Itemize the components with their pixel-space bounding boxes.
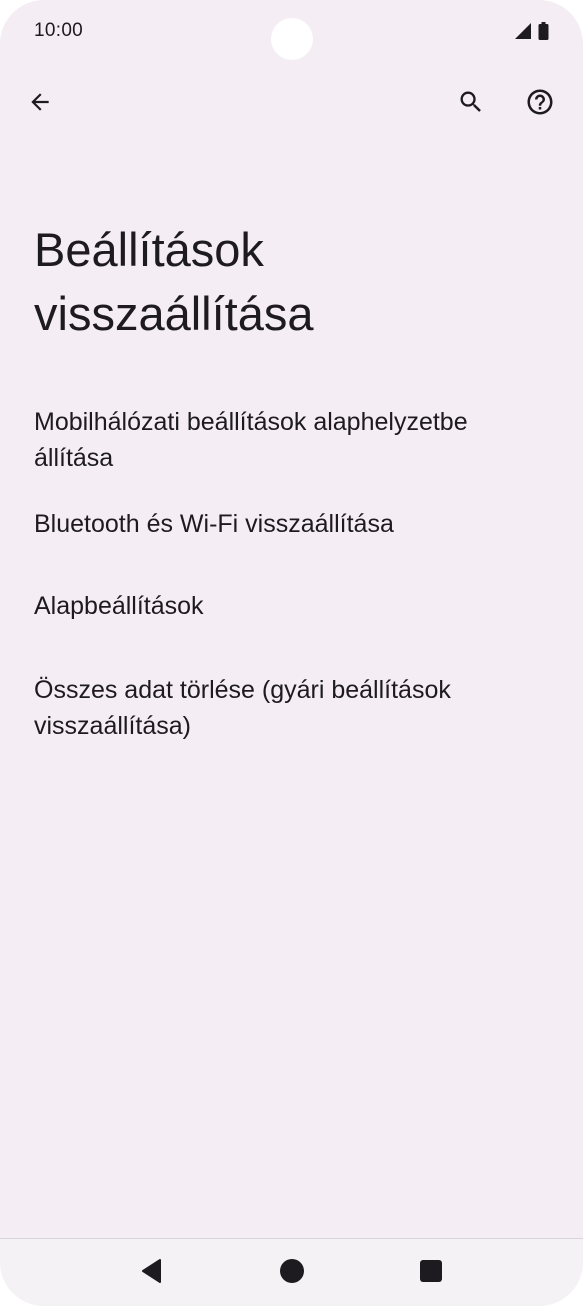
list-item-factory-reset[interactable]: Összes adat törlése (gyári beállítások v…	[0, 656, 583, 760]
search-icon	[457, 88, 485, 121]
reset-options-list: Mobilhálózati beállítások alaphelyzetbe …	[0, 388, 583, 760]
status-time: 10:00	[34, 20, 84, 41]
signal-icon	[514, 22, 532, 40]
phone-screen: 10:00 Beállítások visszaállítása Mobilhá…	[0, 0, 583, 1306]
page-title-line-1: Beállítások	[34, 223, 264, 276]
help-button[interactable]	[516, 80, 564, 128]
nav-home-icon	[279, 1258, 305, 1289]
page-title-line-2: visszaállítása	[34, 287, 314, 340]
system-navigation-bar	[0, 1239, 583, 1306]
nav-recents-button[interactable]	[407, 1249, 455, 1297]
back-button[interactable]	[16, 80, 64, 128]
back-arrow-icon	[27, 89, 53, 120]
list-item-label: Bluetooth és Wi-Fi visszaállítása	[34, 510, 394, 538]
help-icon	[525, 87, 555, 122]
list-item-label: Alapbeállítások	[34, 592, 204, 620]
list-item-label: Összes adat törlése (gyári beállítások v…	[34, 676, 451, 740]
list-item-reset-bluetooth-wifi[interactable]: Bluetooth és Wi-Fi visszaállítása	[0, 490, 583, 574]
list-item-label: Mobilhálózati beállítások alaphelyzetbe …	[34, 408, 468, 472]
nav-home-button[interactable]	[268, 1249, 316, 1297]
status-icons	[514, 22, 549, 40]
nav-back-icon	[140, 1258, 164, 1289]
top-app-bar	[0, 72, 583, 136]
page-title: Beállítások visszaállítása	[34, 218, 554, 346]
status-bar: 10:00	[0, 0, 583, 64]
list-item-reset-app-preferences[interactable]: Alapbeállítások	[0, 572, 583, 656]
camera-cutout	[271, 18, 313, 60]
battery-icon	[538, 22, 549, 40]
list-item-reset-mobile-network[interactable]: Mobilhálózati beállítások alaphelyzetbe …	[0, 388, 583, 492]
nav-recents-icon	[419, 1259, 443, 1288]
nav-back-button[interactable]	[128, 1249, 176, 1297]
search-button[interactable]	[447, 80, 495, 128]
